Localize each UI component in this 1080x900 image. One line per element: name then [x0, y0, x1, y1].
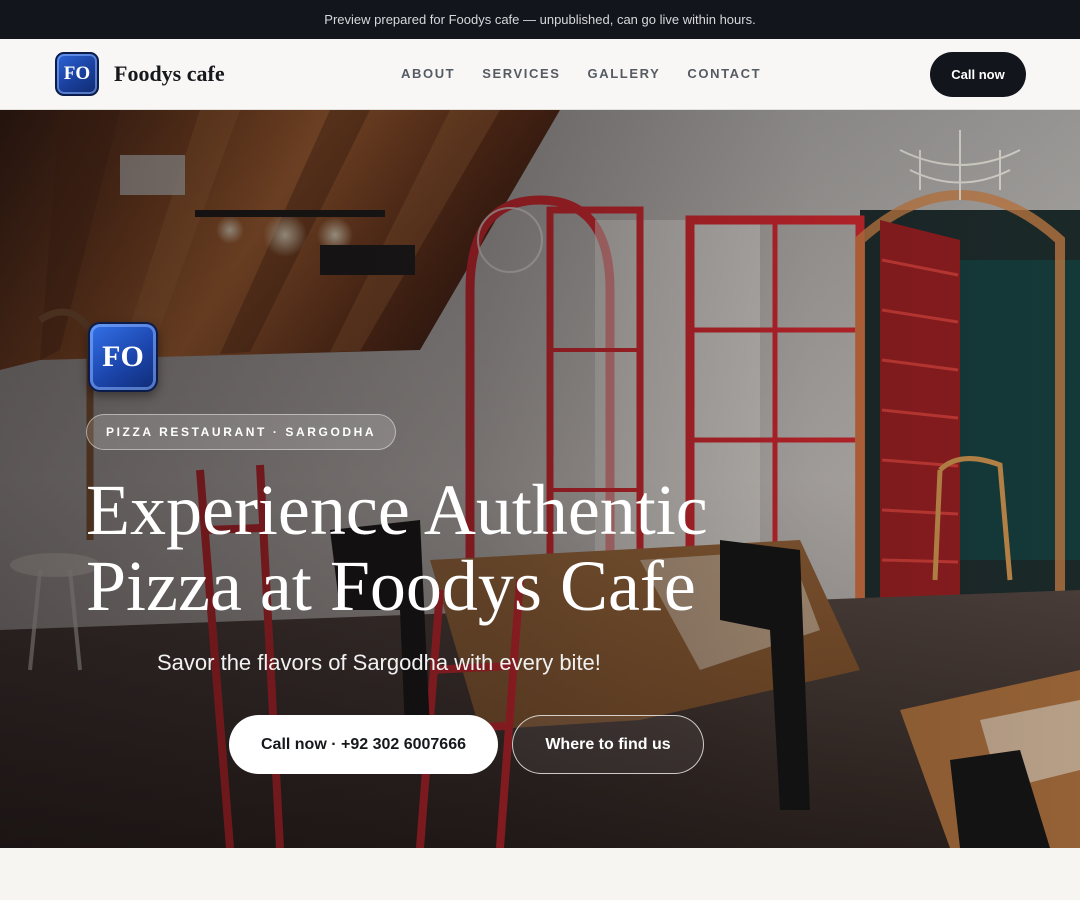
site-header: FO Foodys cafe ABOUT SERVICES GALLERY CO… — [0, 39, 1080, 110]
brand-name: Foodys cafe — [114, 61, 225, 86]
main-nav: ABOUT SERVICES GALLERY CONTACT — [401, 66, 761, 81]
nav-link-about[interactable]: ABOUT — [401, 66, 455, 81]
preview-banner-text: Preview prepared for Foodys cafe — unpub… — [324, 12, 756, 27]
call-phone-button[interactable]: Call now · +92 302 6007666 — [229, 715, 498, 774]
logo-badge: FO — [55, 52, 99, 96]
hero-section: FO PIZZA RESTAURANT · SARGODHA Experienc… — [0, 110, 1080, 848]
find-us-button[interactable]: Where to find us — [512, 715, 704, 774]
next-section — [0, 848, 1080, 900]
hero-title-line-1: Experience Authentic — [86, 470, 708, 550]
nav-link-services[interactable]: SERVICES — [482, 66, 560, 81]
brand[interactable]: FO Foodys cafe — [55, 52, 225, 96]
nav-link-contact[interactable]: CONTACT — [687, 66, 761, 81]
call-now-button[interactable]: Call now — [930, 52, 1026, 97]
hero-subtitle: Savor the flavors of Sargodha with every… — [157, 650, 601, 675]
preview-banner: Preview prepared for Foodys cafe — unpub… — [0, 0, 1080, 39]
hero-title: Experience Authentic Pizza at Foodys Caf… — [86, 472, 786, 624]
nav-link-gallery[interactable]: GALLERY — [588, 66, 661, 81]
hero-title-line-2: Pizza at Foodys Cafe — [86, 546, 696, 626]
hero-tagline-pill: PIZZA RESTAURANT · SARGODHA — [86, 414, 397, 450]
hero-logo-badge: FO — [88, 322, 158, 392]
